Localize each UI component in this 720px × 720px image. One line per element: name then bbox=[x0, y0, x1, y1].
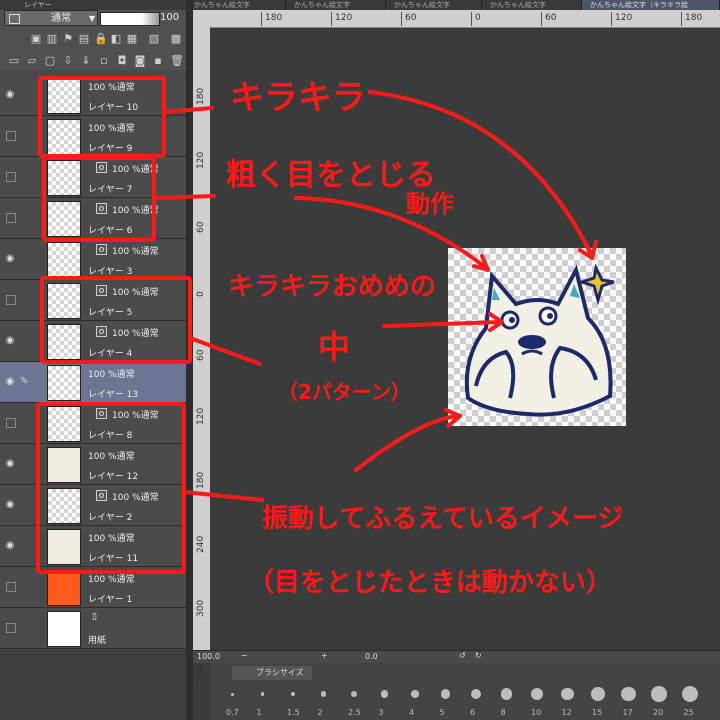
annotation-shake-line2: （目をとじたときは動かない） bbox=[248, 568, 613, 598]
annotation-eyes-line1: キラキラおめめの bbox=[228, 272, 437, 302]
line-shake bbox=[182, 490, 264, 502]
annotation-sparkle: キラキラ bbox=[230, 78, 366, 118]
annotation-blink-line1: 粗く目をとじる bbox=[226, 158, 436, 193]
arrow-shake bbox=[354, 414, 460, 472]
line-sparkle-eyes bbox=[188, 336, 262, 366]
annotation-eyes-line2: 中 bbox=[318, 328, 351, 366]
annotation-shake-line1: 振動してふるえているイメージ bbox=[262, 504, 624, 534]
line-blink bbox=[152, 194, 216, 200]
arrow-eyes bbox=[382, 320, 502, 328]
arrow-blink bbox=[294, 196, 488, 270]
annotation-eyes-line3: （2パターン） bbox=[278, 380, 411, 404]
annotation-blink-line2: 動作 bbox=[406, 190, 454, 218]
box-shake bbox=[36, 402, 186, 574]
box-blink bbox=[42, 156, 156, 242]
box-sparkle-eyes bbox=[40, 276, 192, 364]
line-sparkle bbox=[162, 106, 214, 114]
box-sparkle bbox=[38, 76, 166, 158]
